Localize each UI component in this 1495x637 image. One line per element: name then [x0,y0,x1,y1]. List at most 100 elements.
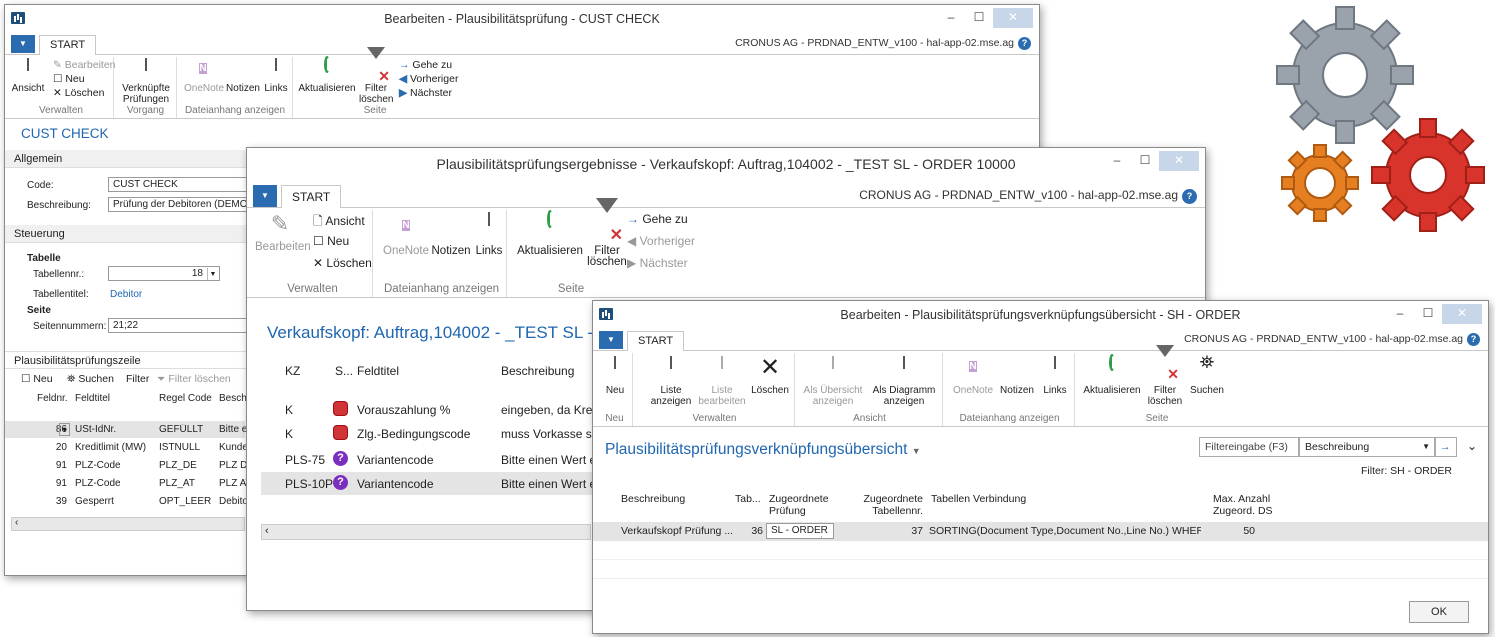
neu-button[interactable]: ☐ Neu [313,234,349,248]
table-row[interactable]: K Zlg.-Bedingungscode muss Vorkasse sein [261,422,601,445]
ansicht-button[interactable]: 🗋 Ansicht [313,212,365,233]
filter-loeschen-button[interactable]: ✕ Filter löschen [587,198,627,268]
loeschen-button[interactable]: ✕ Löschen [749,356,791,397]
gehe-zu-button[interactable]: → Gehe zu [399,59,452,71]
col-feldtitel[interactable]: Feldtitel [75,393,110,404]
naechster-button[interactable]: ▶ Nächster [627,256,688,270]
links-button[interactable]: Links [473,212,505,257]
table-row[interactable]: Verkaufskopf Prüfung ... 36 SL - ORDER▼ … [593,522,1488,541]
zeile-neu-button[interactable]: ☐ Neu [21,373,53,385]
table-row[interactable]: PLS-75? Variantencode Bitte einen Wert ein… [261,448,601,471]
minimize-icon[interactable]: – [937,8,965,28]
dropdown-icon[interactable]: ▼ [207,268,218,280]
notizen-button[interactable]: Notizen [226,59,260,94]
table-row[interactable]: K Vorauszahlung % eingeben, da Kreditli [261,398,601,421]
onenote-button[interactable]: N OneNote [383,214,429,257]
loeschen-button[interactable]: ✕ Löschen [53,87,104,99]
minimize-icon[interactable]: – [1386,304,1414,324]
tabellennr-field[interactable]: ▼ 18 [108,266,220,281]
seitennummern-field[interactable]: 21;22 [108,318,248,333]
app-menu-button[interactable]: ▼ [599,331,623,349]
col-zugeordnete-tabellennr[interactable]: Zugeordnete Tabellennr. [859,493,923,517]
help-icon[interactable]: ? [1018,37,1031,50]
vorheriger-button[interactable]: ◀ Vorheriger [627,234,695,248]
horizontal-scrollbar[interactable]: ‹ [11,517,245,531]
naechster-button[interactable]: ▶ Nächster [399,87,452,99]
vorheriger-button[interactable]: ◀ Vorheriger [399,73,458,85]
filter-apply-button[interactable]: → [1435,437,1457,457]
dropdown-icon[interactable]: ▼ [821,536,832,538]
col-feldnr[interactable]: Feldnr. [37,393,68,404]
maximize-icon[interactable]: ☐ [1131,151,1159,171]
suchen-button[interactable]: ⛯ Suchen [1187,353,1227,396]
collapse-filter-icon[interactable]: ⌄ [1467,439,1477,453]
aktualisieren-button[interactable]: Aktualisieren [297,56,357,94]
liste-bearbeiten-button[interactable]: Liste bearbeiten [697,356,747,407]
beschreibung-field[interactable]: Prüfung der Debitoren (DEMO) [108,197,248,212]
app-menu-button[interactable]: ▼ [11,35,35,53]
neu-button[interactable]: Neu [599,356,631,396]
tab-start[interactable]: START [281,185,342,209]
app-menu-button[interactable]: ▼ [253,185,277,207]
links-button[interactable]: Links [1039,356,1071,396]
loeschen-button[interactable]: ✕ Löschen [313,256,372,270]
onenote-button[interactable]: N OneNote [951,357,995,396]
notizen-button[interactable]: Notizen [431,214,471,257]
filter-field-select[interactable]: Beschreibung ▼ [1299,437,1435,457]
bearbeiten-button[interactable]: ✎ Bearbeiten [255,213,311,253]
table-row[interactable]: PLS-10PC?VariantencodeBitte einen Wert e… [261,472,601,495]
col-beschreibung[interactable]: Beschreibung [501,364,574,378]
table-row[interactable]: 91 PLZ-Code PLZ_AT PLZ AT [5,475,252,492]
gehe-zu-button[interactable]: → Gehe zu [627,212,688,226]
dropdown-icon[interactable]: ▼ [59,423,70,436]
close-icon[interactable]: ✕ [993,8,1033,28]
zeile-suchen-button[interactable]: ⛯ Suchen [67,373,114,386]
tab-start[interactable]: START [39,35,97,56]
col-status[interactable]: S... [335,364,353,378]
col-tabellen-verbindung[interactable]: Tabellen Verbindung [931,493,1026,505]
zeile-filter-loeschen-button[interactable]: ⏷ Filter löschen [157,373,231,386]
verknuepfte-pruefungen-button[interactable]: Verknüpfte Prüfungen [119,58,173,105]
zeile-filter-button[interactable]: Filter [126,373,149,385]
aktualisieren-button[interactable]: Aktualisieren [515,210,585,257]
help-icon[interactable]: ? [1182,189,1197,204]
code-field[interactable]: CUST CHECK [108,177,248,192]
close-icon[interactable]: ✕ [1442,304,1482,324]
col-max-anzahl[interactable]: Max. Anzahl Zugeord. DS [1213,493,1273,517]
links-button[interactable]: Links [262,58,290,94]
tab-start[interactable]: START [627,331,685,352]
filter-loeschen-button[interactable]: ✕ Filter löschen [359,47,393,105]
table-row[interactable]: 86 USt-IdNr. GEFÜLLT Bitte ei ▼ [5,421,250,438]
col-kz[interactable]: KZ [285,364,300,378]
maximize-icon[interactable]: ☐ [1414,304,1442,324]
col-tab[interactable]: Tab... [735,493,761,505]
als-diagramm-button[interactable]: Als Diagramm anzeigen [869,356,939,407]
table-row[interactable]: 20 Kreditlimit (MW) ISTNULL Kunde [5,439,248,456]
col-regelcode[interactable]: Regel Code [159,393,212,404]
table-row[interactable]: 91 PLZ-Code PLZ_DE PLZ DE [5,457,254,474]
table-row[interactable]: 39 Gesperrt OPT_LEER Debitor [5,493,251,510]
filter-loeschen-button[interactable]: ✕ Filter löschen [1145,345,1185,407]
col-feldtitel[interactable]: Feldtitel [357,364,399,378]
liste-anzeigen-button[interactable]: Liste anzeigen [649,356,693,407]
col-beschreibung[interactable]: Beschreibung [621,493,685,505]
neu-button[interactable]: ☐ Neu [53,73,85,85]
col-beschreibung[interactable]: Besch [219,393,247,404]
als-uebersicht-button[interactable]: Als Übersicht anzeigen [801,356,865,407]
ansicht-button[interactable]: Ansicht [11,58,45,94]
onenote-button[interactable]: N OneNote [184,59,224,94]
aktualisieren-button[interactable]: Aktualisieren [1081,354,1143,396]
bearbeiten-button[interactable]: ✎ Bearbeiten [53,59,116,71]
dropdown-icon[interactable]: ▼ [1422,438,1430,456]
tabellentitel-value[interactable]: Debitor [110,289,142,300]
help-icon[interactable]: ? [1467,333,1480,346]
filter-input[interactable]: Filtereingabe (F3) [1199,437,1299,457]
ok-button[interactable]: OK [1409,601,1469,623]
chevron-down-icon[interactable]: ▼ [912,446,921,456]
col-zugeordnete-pruefung[interactable]: Zugeordnete Prüfung [769,493,829,517]
zugeordnete-pruefung-select[interactable]: SL - ORDER▼ [766,523,834,539]
close-icon[interactable]: ✕ [1159,151,1199,171]
horizontal-scrollbar[interactable]: ‹ [261,524,591,540]
maximize-icon[interactable]: ☐ [965,8,993,28]
minimize-icon[interactable]: – [1103,151,1131,171]
